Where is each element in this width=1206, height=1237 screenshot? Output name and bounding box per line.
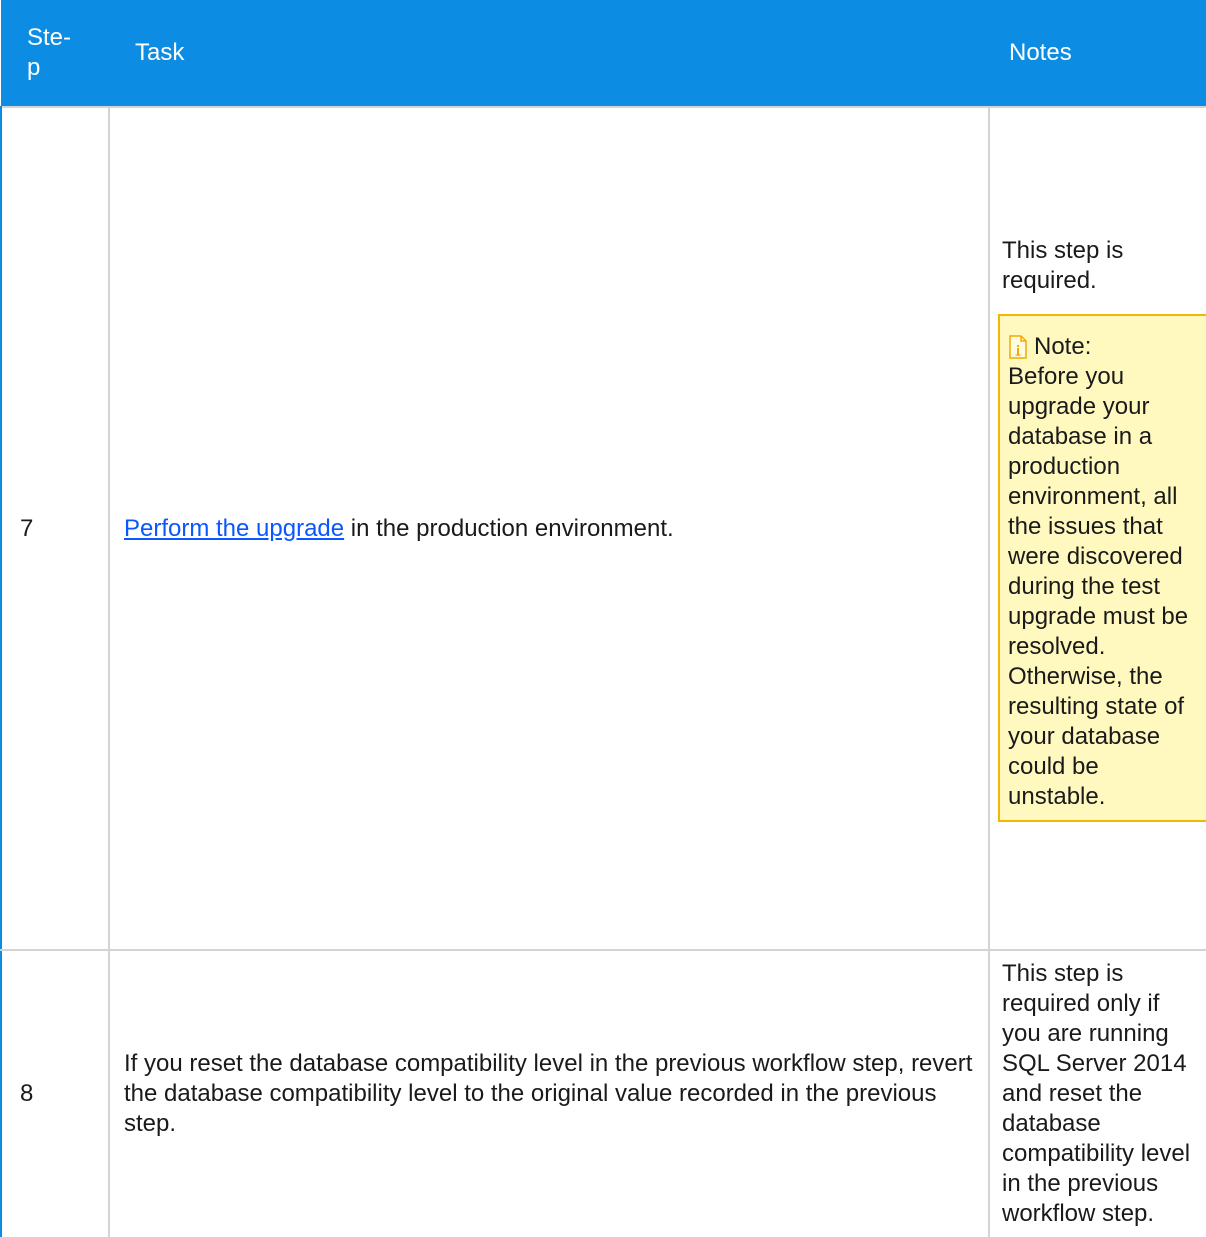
header-step-label: Ste-p (27, 24, 72, 81)
notes-text: This step is required. (1002, 236, 1124, 294)
table-row: 7 Perform the upgrade in the production … (0, 106, 1206, 951)
task-text: in the production environment. (344, 514, 674, 542)
table-header: Ste-p Task Notes (1, 0, 1206, 107)
header-row: Ste-p Task Notes (1, 0, 1206, 107)
step-number: 8 (0, 949, 110, 1237)
notes-cell: This step is required only if you are ru… (988, 949, 1206, 1237)
header-task: Task (135, 39, 185, 66)
notes-cell: This step is required. Note: Before you … (988, 106, 1206, 951)
task-cell: Perform the upgrade in the production en… (108, 106, 990, 951)
perform-upgrade-link[interactable]: Perform the upgrade (124, 515, 344, 542)
header-notes: Notes (1009, 39, 1072, 66)
notes-text: This step is required only if you are ru… (1002, 960, 1191, 1227)
info-note-icon (1008, 334, 1028, 359)
note-callout: Note: Before you upgrade your database i… (998, 313, 1206, 822)
step-number: 7 (0, 106, 110, 951)
header-step: Ste-p (1, 0, 109, 107)
steps-table: Ste-p Task Notes 7 Perform the upgrade i… (0, 0, 1206, 1237)
table-row: 8 If you reset the database compatibilit… (0, 949, 1206, 1237)
task-cell: If you reset the database compatibility … (108, 949, 990, 1237)
note-heading: Note: (1008, 332, 1200, 362)
note-label: Note: (1034, 332, 1092, 360)
note-body: Before you upgrade your database in a pr… (1008, 362, 1189, 810)
